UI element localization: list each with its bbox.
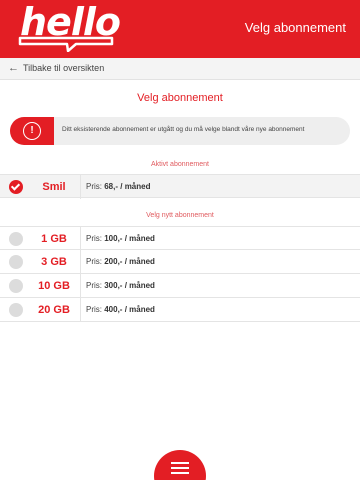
plan-row[interactable]: 10 GB Pris: 300,- / måned (0, 274, 360, 298)
back-arrow-icon[interactable]: ← (8, 62, 19, 74)
row-divider (80, 274, 81, 298)
plan-name: 20 GB (38, 304, 70, 316)
hamburger-menu-icon-line (171, 472, 189, 474)
hello-logo[interactable]: hello (18, 0, 138, 56)
radio-icon[interactable] (9, 255, 23, 269)
plan-price: Pris: 68,- / måned (86, 182, 151, 191)
plan-name: 3 GB (41, 256, 67, 268)
active-subscription-label: Aktivt abonnement (151, 161, 209, 168)
row-divider (80, 227, 81, 251)
plan-row[interactable]: 20 GB Pris: 400,- / måned (0, 298, 360, 322)
plan-row[interactable]: 3 GB Pris: 200,- / måned (0, 250, 360, 274)
checked-radio-icon[interactable] (9, 180, 23, 194)
info-text: Ditt eksisterende abonnement er utgått o… (62, 126, 305, 133)
menu-button[interactable] (154, 450, 206, 480)
back-link[interactable]: Tilbake til oversikten (23, 63, 104, 73)
plan-price: Pris: 200,- / måned (86, 257, 155, 266)
hamburger-menu-icon-line (171, 467, 189, 469)
app-header: hello Velg abonnement (0, 0, 360, 58)
hamburger-menu-icon (171, 462, 189, 464)
info-banner: ! Ditt eksisterende abonnement er utgått… (10, 117, 350, 145)
plan-price: Pris: 100,- / måned (86, 234, 155, 243)
info-icon-container: ! (10, 117, 54, 145)
page-title: Velg abonnement (137, 92, 223, 104)
row-divider (80, 175, 81, 199)
radio-icon[interactable] (9, 279, 23, 293)
plan-price: Pris: 300,- / måned (86, 281, 155, 290)
plan-row[interactable]: 1 GB Pris: 100,- / måned (0, 226, 360, 251)
radio-icon[interactable] (9, 232, 23, 246)
plan-price: Pris: 400,- / måned (86, 305, 155, 314)
row-divider (80, 250, 81, 274)
back-navigation[interactable]: ← Tilbake til oversikten (0, 58, 360, 80)
active-plan-row[interactable]: Smil Pris: 68,- / måned (0, 174, 360, 199)
row-divider (80, 298, 81, 322)
new-subscription-label: Velg nytt abonnement (146, 212, 214, 219)
header-title: Velg abonnement (244, 20, 346, 35)
plan-name: Smil (42, 181, 66, 193)
plan-name: 1 GB (41, 233, 67, 245)
radio-icon[interactable] (9, 303, 23, 317)
plan-name: 10 GB (38, 280, 70, 292)
info-icon: ! (23, 122, 41, 140)
logo-speech-bubble (18, 36, 114, 52)
